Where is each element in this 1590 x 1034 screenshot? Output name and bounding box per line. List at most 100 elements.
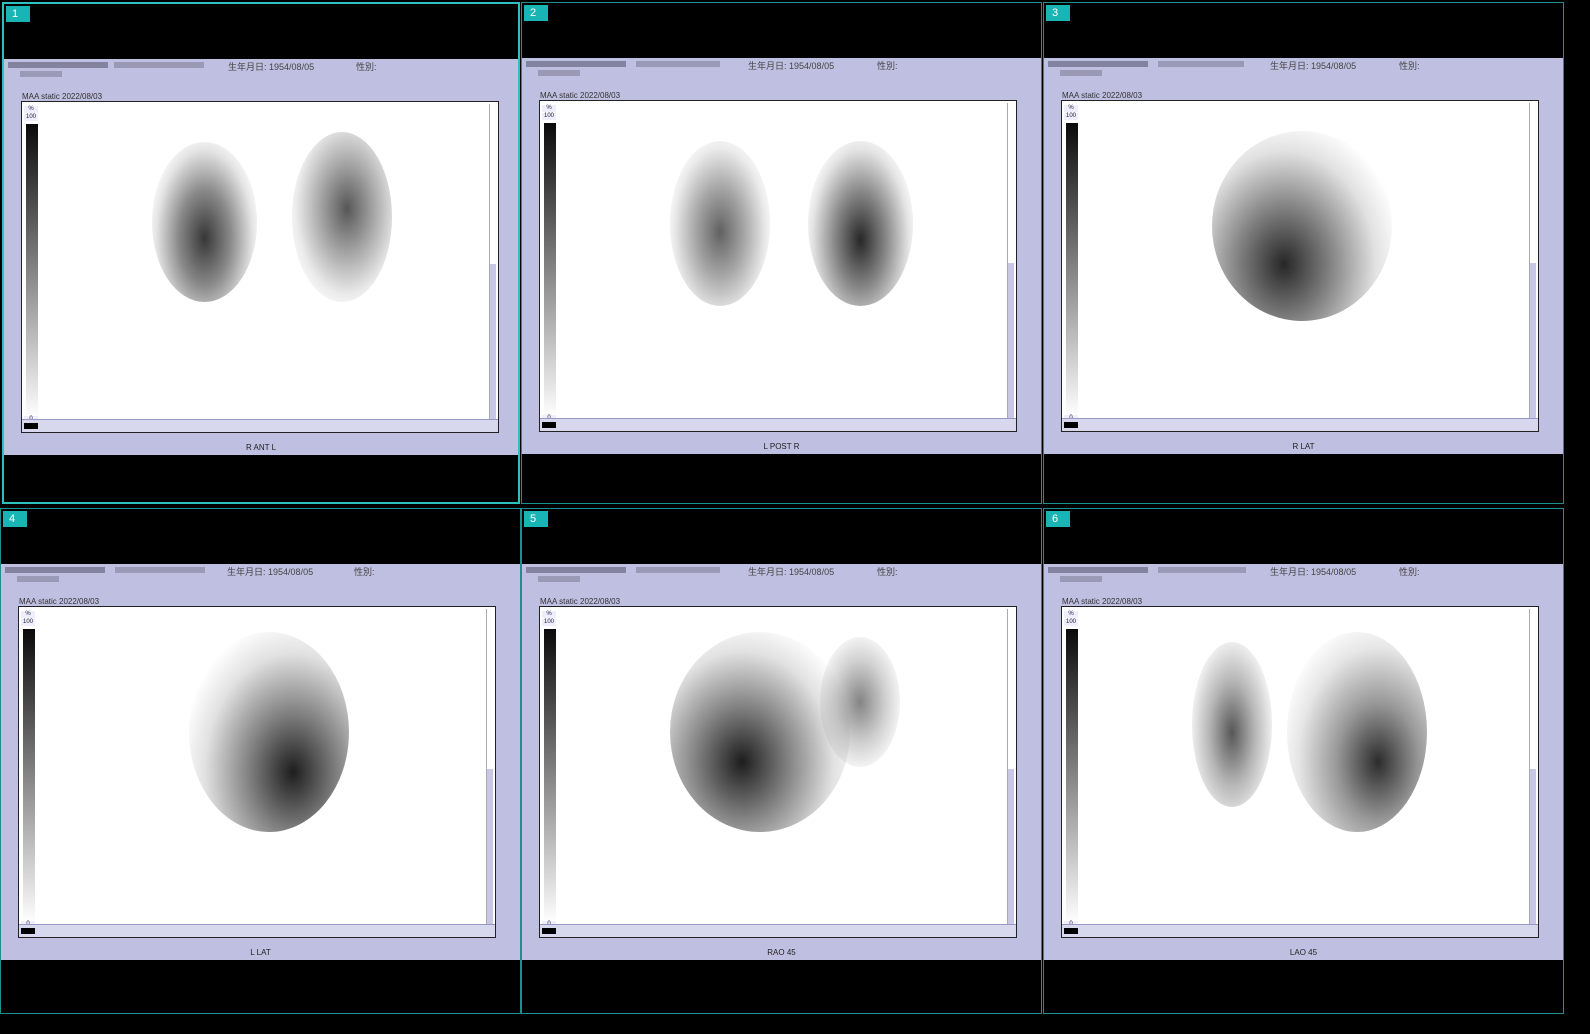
dob-field: 生年月日: 1954/08/05 — [748, 61, 835, 71]
scan-frame: % 100 0 — [1061, 100, 1539, 432]
scroll-thumb[interactable] — [1008, 609, 1014, 769]
vertical-scrollbar[interactable] — [489, 104, 496, 420]
acquisition-info-bar — [540, 418, 1016, 431]
patient-name-redacted — [636, 61, 720, 67]
patient-id-redacted — [5, 567, 105, 573]
color-scale-bar: % 100 0 — [24, 106, 38, 426]
report-sheet: 生年月日: 1954/08/05 性別: MAA static 2022/08/… — [522, 58, 1041, 454]
color-scale-max: 100 — [21, 619, 35, 626]
acquisition-info-bar — [1062, 924, 1538, 937]
patient-id-line2-redacted — [538, 576, 580, 582]
patient-id-line2-redacted — [1060, 576, 1102, 582]
sex-field: 性別: — [877, 567, 898, 577]
patient-id-redacted — [1048, 61, 1148, 67]
study-title: MAA static 2022/08/03 — [1062, 597, 1143, 606]
sex-field: 性別: — [1399, 61, 1420, 71]
study-title: MAA static 2022/08/03 — [540, 91, 621, 100]
lung-scan-image — [22, 102, 498, 432]
view-label: RAO 45 — [767, 948, 796, 957]
sex-field: 性別: — [356, 62, 377, 72]
grayscale-gradient — [1066, 123, 1078, 417]
scan-frame: % 100 0 — [539, 100, 1017, 432]
color-scale-max: 100 — [542, 113, 556, 120]
patient-id-line2-redacted — [20, 71, 62, 77]
acquisition-info-bar — [22, 419, 498, 432]
color-scale-max: 100 — [1064, 619, 1078, 626]
study-title: MAA static 2022/08/03 — [22, 92, 103, 101]
color-scale-max: 100 — [1064, 113, 1078, 120]
color-scale-unit: % — [24, 106, 38, 113]
viewport-number[interactable]: 6 — [1046, 511, 1070, 527]
viewport-number[interactable]: 5 — [524, 511, 548, 527]
dob-field: 生年月日: 1954/08/05 — [1270, 567, 1357, 577]
viewport-number[interactable]: 1 — [6, 6, 30, 22]
patient-id-redacted — [526, 61, 626, 67]
vertical-scrollbar[interactable] — [1529, 103, 1536, 419]
acquisition-info-bar — [19, 924, 495, 937]
patient-name-redacted — [636, 567, 720, 573]
info-bar-marker — [24, 423, 38, 429]
scan-frame: % 100 0 — [539, 606, 1017, 938]
viewport-number[interactable]: 4 — [3, 511, 27, 527]
viewport-4[interactable]: 4 生年月日: 1954/08/05 性別: MAA static 2022/0… — [0, 508, 521, 1014]
viewport-5[interactable]: 5 生年月日: 1954/08/05 性別: MAA static 2022/0… — [521, 508, 1042, 1014]
sex-field: 性別: — [1399, 567, 1420, 577]
study-title: MAA static 2022/08/03 — [19, 597, 100, 606]
color-scale-max: 100 — [24, 114, 38, 121]
image-viewer-grid: 1 生年月日: 1954/08/05 性別: MAA static 2022/0… — [0, 0, 1590, 1034]
viewport-2[interactable]: 2 生年月日: 1954/08/05 性別: MAA static 2022/0… — [521, 2, 1042, 504]
dob-field: 生年月日: 1954/08/05 — [228, 62, 315, 72]
info-bar-marker — [21, 928, 35, 934]
info-bar-marker — [1064, 928, 1078, 934]
patient-id-line2-redacted — [1060, 70, 1102, 76]
report-sheet: 生年月日: 1954/08/05 性別: MAA static 2022/08/… — [4, 59, 518, 455]
scroll-thumb[interactable] — [490, 104, 496, 264]
vertical-scrollbar[interactable] — [486, 609, 493, 925]
grayscale-gradient — [23, 629, 35, 923]
patient-name-redacted — [115, 567, 205, 573]
study-title: MAA static 2022/08/03 — [1062, 91, 1143, 100]
color-scale-max: 100 — [542, 619, 556, 626]
viewport-3[interactable]: 3 生年月日: 1954/08/05 性別: MAA static 2022/0… — [1043, 2, 1564, 504]
info-bar-marker — [542, 928, 556, 934]
scroll-thumb[interactable] — [1008, 103, 1014, 263]
scroll-thumb[interactable] — [1530, 103, 1536, 263]
scan-frame: % 100 0 — [21, 101, 499, 433]
viewport-6[interactable]: 6 生年月日: 1954/08/05 性別: MAA static 2022/0… — [1043, 508, 1564, 1014]
lung-scan-image — [19, 607, 495, 937]
vertical-scrollbar[interactable] — [1007, 609, 1014, 925]
color-scale-bar: % 100 0 — [1064, 611, 1078, 931]
color-scale-bar: % 100 0 — [21, 611, 35, 931]
patient-id-redacted — [8, 62, 108, 68]
dob-field: 生年月日: 1954/08/05 — [1270, 61, 1357, 71]
viewport-1[interactable]: 1 生年月日: 1954/08/05 性別: MAA static 2022/0… — [2, 2, 520, 504]
color-scale-unit: % — [542, 105, 556, 112]
color-scale-unit: % — [1064, 611, 1078, 618]
patient-id-line2-redacted — [538, 70, 580, 76]
color-scale-bar: % 100 0 — [542, 611, 556, 931]
grayscale-gradient — [26, 124, 38, 418]
scroll-thumb[interactable] — [487, 609, 493, 769]
lung-scan-image — [1062, 101, 1538, 431]
acquisition-info-bar — [1062, 418, 1538, 431]
view-label: L LAT — [250, 948, 271, 957]
vertical-scrollbar[interactable] — [1529, 609, 1536, 925]
color-scale-bar: % 100 0 — [542, 105, 556, 425]
dob-field: 生年月日: 1954/08/05 — [227, 567, 314, 577]
view-label: R ANT L — [245, 443, 277, 452]
viewport-number[interactable]: 2 — [524, 5, 548, 21]
info-bar-marker — [542, 422, 556, 428]
scroll-thumb[interactable] — [1530, 609, 1536, 769]
color-scale-unit: % — [21, 611, 35, 618]
patient-name-redacted — [1158, 567, 1246, 573]
grayscale-gradient — [1066, 629, 1078, 923]
patient-id-line2-redacted — [17, 576, 59, 582]
color-scale-unit: % — [1064, 105, 1078, 112]
vertical-scrollbar[interactable] — [1007, 103, 1014, 419]
patient-name-redacted — [114, 62, 204, 68]
viewport-number[interactable]: 3 — [1046, 5, 1070, 21]
sex-field: 性別: — [877, 61, 898, 71]
view-label: R LAT — [1292, 442, 1315, 451]
lung-scan-image — [540, 607, 1016, 937]
report-sheet: 生年月日: 1954/08/05 性別: MAA static 2022/08/… — [1044, 58, 1563, 454]
